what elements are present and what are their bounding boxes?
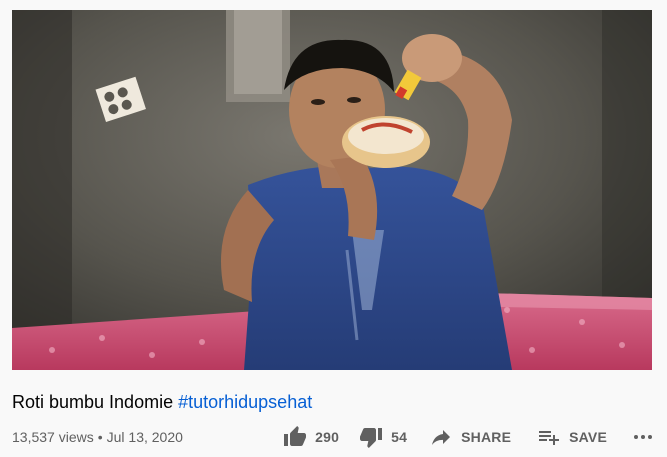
video-player[interactable] (12, 10, 652, 370)
watch-page: Roti bumbu Indomie #tutorhidupsehat 13,5… (0, 0, 667, 457)
share-button[interactable]: SHARE (429, 425, 511, 449)
video-info: 13,537 views • Jul 13, 2020 (12, 427, 183, 447)
meta-separator: • (97, 429, 103, 445)
thumb-down-icon (359, 425, 383, 449)
dislike-button[interactable]: 54 (359, 425, 407, 449)
view-count: 13,537 views (12, 429, 94, 445)
more-icon (631, 425, 655, 449)
thumb-up-icon (283, 425, 307, 449)
save-label: SAVE (569, 429, 607, 445)
playlist-add-icon (537, 425, 561, 449)
share-label: SHARE (461, 429, 512, 445)
video-title: Roti bumbu Indomie #tutorhidupsehat (12, 390, 312, 414)
video-frame (12, 10, 652, 370)
save-button[interactable]: SAVE (537, 425, 607, 449)
dislike-count: 54 (391, 429, 408, 445)
like-count: 290 (315, 429, 340, 445)
more-actions-button[interactable] (631, 425, 655, 449)
share-arrow-icon (429, 425, 453, 449)
action-bar: 290 54 SHARE SAVE (283, 424, 655, 450)
publish-date: Jul 13, 2020 (106, 429, 183, 445)
like-button[interactable]: 290 (283, 425, 339, 449)
video-title-text: Roti bumbu Indomie (12, 392, 174, 412)
hashtag-link[interactable]: #tutorhidupsehat (178, 392, 312, 412)
